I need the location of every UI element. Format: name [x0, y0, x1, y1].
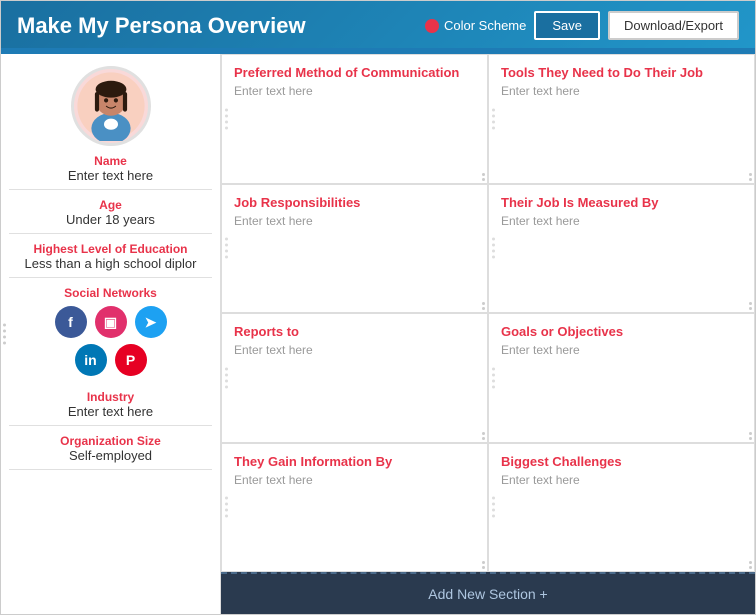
cards-grid: Preferred Method of Communication Enter …: [221, 54, 755, 572]
org-size-value: Self-employed: [9, 448, 212, 463]
card-title-4: Their Job Is Measured By: [501, 195, 742, 210]
left-panel: Name Enter text here Age Under 18 years …: [1, 54, 221, 614]
education-label: Highest Level of Education: [9, 242, 212, 256]
card-content-7[interactable]: Enter text here: [234, 473, 475, 487]
card-content-2[interactable]: Enter text here: [501, 84, 742, 98]
card-1[interactable]: Preferred Method of Communication Enter …: [221, 54, 488, 184]
main-content: Name Enter text here Age Under 18 years …: [1, 54, 755, 614]
right-panel: Preferred Method of Communication Enter …: [221, 54, 755, 614]
color-dot-icon: [425, 19, 439, 33]
card-drag-handle: [492, 367, 495, 388]
card-resize-handle[interactable]: [749, 561, 752, 569]
add-section-label: Add New Section +: [428, 586, 547, 602]
linkedin-icon[interactable]: in: [75, 344, 107, 376]
name-label: Name: [9, 154, 212, 168]
card-drag-handle: [225, 497, 228, 518]
card-title-6: Goals or Objectives: [501, 324, 742, 339]
card-4[interactable]: Their Job Is Measured By Enter text here: [488, 184, 755, 314]
page-title: Make My Persona Overview: [17, 13, 306, 39]
education-value: Less than a high school diplor: [9, 256, 212, 271]
card-5[interactable]: Reports to Enter text here: [221, 313, 488, 443]
age-value: Under 18 years: [9, 212, 212, 227]
card-drag-handle: [492, 108, 495, 129]
card-title-1: Preferred Method of Communication: [234, 65, 475, 80]
card-title-8: Biggest Challenges: [501, 454, 742, 469]
card-resize-handle[interactable]: [482, 561, 485, 569]
card-drag-handle: [225, 238, 228, 259]
age-label: Age: [9, 198, 212, 212]
industry-value: Enter text here: [9, 404, 212, 419]
card-content-3[interactable]: Enter text here: [234, 214, 475, 228]
card-content-1[interactable]: Enter text here: [234, 84, 475, 98]
card-title-5: Reports to: [234, 324, 475, 339]
card-title-7: They Gain Information By: [234, 454, 475, 469]
add-section-button[interactable]: Add New Section +: [221, 572, 755, 614]
card-resize-handle[interactable]: [749, 432, 752, 440]
card-drag-handle: [492, 238, 495, 259]
card-title-2: Tools They Need to Do Their Job: [501, 65, 742, 80]
download-button[interactable]: Download/Export: [608, 11, 739, 40]
social-networks-section: Social Networks f ▣ ➤ in P: [9, 286, 212, 382]
left-panel-resize-handle: [3, 324, 6, 345]
industry-label: Industry: [9, 390, 212, 404]
industry-field[interactable]: Industry Enter text here: [9, 390, 212, 426]
header-actions: Color Scheme Save Download/Export: [425, 11, 739, 40]
color-scheme-button[interactable]: Color Scheme: [425, 18, 526, 33]
save-button[interactable]: Save: [534, 11, 600, 40]
social-icons-row-2: in P: [9, 344, 212, 376]
card-3[interactable]: Job Responsibilities Enter text here: [221, 184, 488, 314]
avatar-image: [76, 71, 146, 141]
social-label: Social Networks: [9, 286, 212, 300]
card-drag-handle: [492, 497, 495, 518]
card-resize-handle[interactable]: [749, 302, 752, 310]
twitter-icon[interactable]: ➤: [135, 306, 167, 338]
name-value: Enter text here: [9, 168, 212, 183]
education-field[interactable]: Highest Level of Education Less than a h…: [9, 242, 212, 278]
card-drag-handle: [225, 108, 228, 129]
card-resize-handle[interactable]: [482, 432, 485, 440]
card-content-8[interactable]: Enter text here: [501, 473, 742, 487]
card-resize-handle[interactable]: [749, 173, 752, 181]
social-icons-row-1: f ▣ ➤: [9, 306, 212, 338]
card-8[interactable]: Biggest Challenges Enter text here: [488, 443, 755, 573]
header: Make My Persona Overview Color Scheme Sa…: [1, 1, 755, 48]
card-drag-handle: [225, 367, 228, 388]
facebook-icon[interactable]: f: [55, 306, 87, 338]
color-scheme-label: Color Scheme: [444, 18, 526, 33]
instagram-icon[interactable]: ▣: [95, 306, 127, 338]
card-content-5[interactable]: Enter text here: [234, 343, 475, 357]
card-content-6[interactable]: Enter text here: [501, 343, 742, 357]
card-7[interactable]: They Gain Information By Enter text here: [221, 443, 488, 573]
card-6[interactable]: Goals or Objectives Enter text here: [488, 313, 755, 443]
pinterest-icon[interactable]: P: [115, 344, 147, 376]
card-resize-handle[interactable]: [482, 302, 485, 310]
age-field[interactable]: Age Under 18 years: [9, 198, 212, 234]
card-title-3: Job Responsibilities: [234, 195, 475, 210]
card-resize-handle[interactable]: [482, 173, 485, 181]
card-content-4[interactable]: Enter text here: [501, 214, 742, 228]
card-2[interactable]: Tools They Need to Do Their Job Enter te…: [488, 54, 755, 184]
name-field[interactable]: Name Enter text here: [9, 154, 212, 190]
avatar: [71, 66, 151, 146]
org-size-label: Organization Size: [9, 434, 212, 448]
org-size-field[interactable]: Organization Size Self-employed: [9, 434, 212, 470]
